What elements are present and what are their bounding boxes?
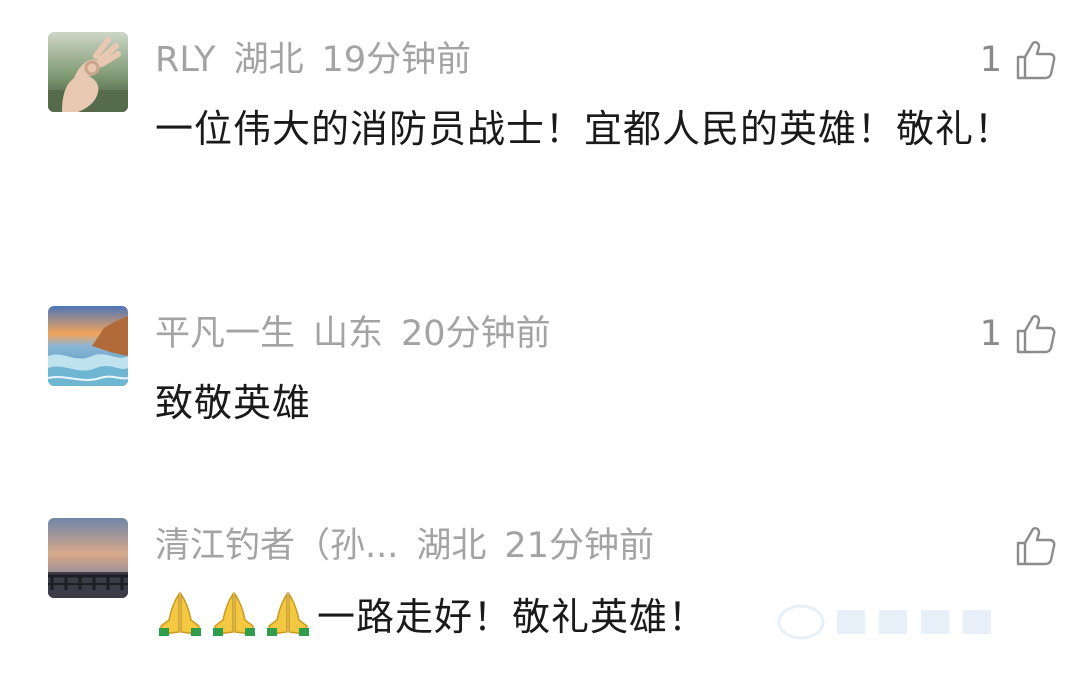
location: 湖北 [416,526,487,566]
avatar[interactable] [48,306,128,386]
comment-meta: RLY 湖北 19分钟前 [155,38,471,82]
seascape-avatar-icon [48,306,128,386]
folded-hands-icon [267,591,309,636]
timestamp: 21分钟前 [504,526,654,566]
thumbs-up-icon [1016,315,1056,354]
timestamp: 20分钟前 [401,314,551,354]
username[interactable]: 平凡一生 [155,314,295,354]
watermark-logo-icon [777,604,991,640]
username[interactable]: RLY [155,40,216,80]
comment-text: 致敬英雄 [155,381,312,425]
folded-hands-icon [159,591,201,636]
thumbs-up-icon [1016,41,1056,80]
comment-meta: 平凡一生 山东 20分钟前 [155,312,551,356]
like-count: 1 [979,314,1002,354]
sunset-bridge-avatar-icon [48,518,128,598]
comment-list: RLY 湖北 19分钟前 1 一位伟大的消防员战士！宜都人民的英雄！敬礼！ 平凡… [0,0,1080,685]
like-count: 1 [979,40,1002,80]
like-button[interactable] [1002,522,1058,570]
comment-meta: 清江钓者（孙... 湖北 21分钟前 [155,524,654,568]
thumbs-up-icon [1016,527,1056,566]
username[interactable]: 清江钓者（孙... [155,526,398,566]
timestamp: 19分钟前 [321,40,472,80]
comment-text-body: 一路走好！敬礼英雄！ [317,595,708,639]
comment-text: 一位伟大的消防员战士！宜都人民的英雄！敬礼！ [155,107,1014,151]
folded-hands-icon [213,591,255,636]
avatar[interactable] [48,32,128,112]
avatar[interactable] [48,518,128,598]
like-button[interactable]: 1 [980,310,1058,358]
ok-hand-avatar-icon [48,32,128,112]
location: 湖北 [233,40,304,80]
location: 山东 [313,314,384,354]
like-button[interactable]: 1 [980,36,1058,84]
